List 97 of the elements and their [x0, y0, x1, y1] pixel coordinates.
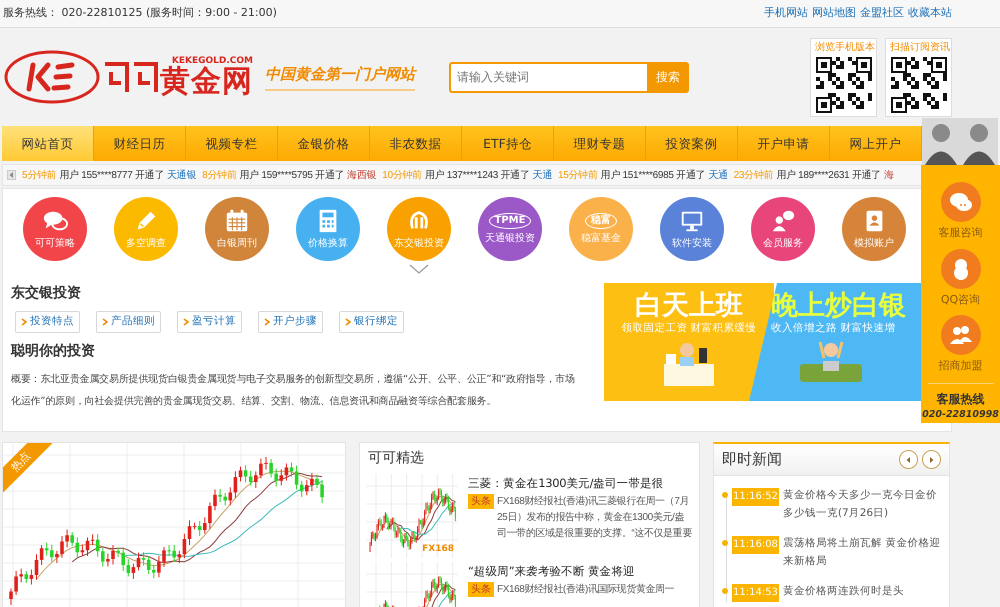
- side-contact-button[interactable]: [940, 248, 980, 288]
- chevron-right-icon: [183, 318, 189, 326]
- ticker-time: 15分钟前: [558, 168, 598, 182]
- card-title: 可可精选: [367, 449, 425, 468]
- news-time: 11:16:08: [732, 536, 779, 554]
- nav-tab[interactable]: 投资案例: [646, 126, 738, 161]
- previous-button[interactable]: [899, 450, 918, 469]
- side-label: 招商加盟: [938, 358, 982, 374]
- article-title[interactable]: 三菱：黄金在1300美元/盎司一带是很: [468, 474, 693, 492]
- ticker-time: 23分钟前: [734, 168, 774, 182]
- left-arrow-icon: [904, 454, 913, 464]
- ticker-message: 用户 137****1243 开通了: [424, 168, 530, 182]
- news-headline[interactable]: 黄金价格两连跌何时是头: [782, 582, 943, 602]
- chevron-right-icon: [264, 318, 270, 326]
- side-contact-button[interactable]: [940, 182, 980, 222]
- ticker-time: 10分钟前: [382, 168, 422, 182]
- ticker-product-link[interactable]: 天通: [708, 168, 728, 182]
- next-button[interactable]: [922, 450, 941, 469]
- banner-title: 白天上班: [635, 291, 743, 321]
- ticker-message: 用户 159****5795 开通了: [240, 168, 344, 182]
- logo-emblem-icon: [2, 48, 102, 106]
- left-arrow-icon[interactable]: [7, 170, 16, 180]
- article-summary: FX168财经报社(香港)讯三菱银行在周一（7月25日）发布的报告中称，黄金在1300美元/盎司一带的区域是很重要的支撑。“这不仅是重要: [497, 494, 693, 541]
- qr-code-drawing: [890, 56, 946, 112]
- service-button[interactable]: 白银周刊: [205, 197, 269, 261]
- service-button[interactable]: 可可策略: [23, 197, 87, 261]
- portrait-placeholder: [960, 118, 998, 165]
- right-arrow-icon: [927, 454, 936, 464]
- qr-code-drawing: [816, 56, 872, 112]
- service-button[interactable]: 软件安装: [660, 197, 724, 261]
- news-headline[interactable]: 震荡格局将土崩瓦解 黄金价格迎来新格局: [782, 534, 943, 570]
- news-headline[interactable]: 黄金价格今天多少一克今日金价多少钱一克(7月26日): [782, 486, 943, 522]
- card-title: 即时新闻: [722, 449, 782, 470]
- top-link[interactable]: 收藏本站: [908, 5, 952, 22]
- headline-tag: 头条: [468, 582, 494, 597]
- ticker-product-link[interactable]: 海: [884, 168, 894, 182]
- section-title: 东交银投资: [11, 284, 82, 303]
- chevron-right-icon: [345, 318, 351, 326]
- side-label: 客服咨询: [938, 225, 982, 241]
- ticker-message: 用户 151****6985 开通了: [600, 168, 706, 182]
- nav-tab[interactable]: 视频专栏: [186, 126, 278, 161]
- calendar-icon: [224, 208, 250, 234]
- article-summary: FX168财经报社(香港)讯国际现货黄金周一: [497, 582, 674, 597]
- logo-text: 稳富: [585, 212, 617, 228]
- timeline-dot: [722, 540, 728, 546]
- headline-tag: 头条: [468, 494, 494, 509]
- service-button[interactable]: 会员服务: [751, 197, 815, 261]
- thumbnail-label: FX168: [422, 542, 454, 556]
- search-field[interactable]: 请输入关键词: [449, 62, 647, 92]
- logo-text: TPME: [488, 212, 532, 228]
- banner-subtitle: 领取固定工资 财富积累缓慢: [621, 320, 757, 336]
- ticker-message: 用户 155****8777 开通了: [59, 168, 164, 182]
- service-button[interactable]: 模拟账户: [842, 197, 906, 261]
- section-heading: 聪明你的投资: [11, 342, 96, 361]
- sub-tab[interactable]: 产品细则: [96, 311, 161, 333]
- nav-tab[interactable]: 网站首页: [2, 126, 94, 161]
- summary-text: 概要：东北亚贵金属交易所提供现货白银贵金属现货与电子交易服务的创新型交易所，遵循“公开、公平、公正”和“政府指导，市场化运作”的原则，向社会提供完善的贵金属现货交易、结算、交割、物流、信息资讯和商品融资等综合配套服务。: [11, 372, 576, 409]
- nav-tab[interactable]: 财经日历: [94, 126, 186, 161]
- ticker-time: 5分钟前: [22, 168, 56, 182]
- banner-subtitle: 收入倍增之路 财富快速增: [771, 320, 896, 336]
- side-label: QQ咨询: [940, 292, 980, 308]
- ticker-product-link[interactable]: 天通银: [167, 168, 196, 182]
- article-title[interactable]: “超级周”来袭考验不断 黄金将迎: [468, 562, 674, 580]
- chevron-right-icon: [102, 318, 108, 326]
- top-link[interactable]: 网站地图: [812, 5, 856, 22]
- news-time: 11:16:52: [732, 488, 779, 506]
- top-link[interactable]: 金盟社区: [860, 5, 904, 22]
- nav-tab[interactable]: 非农数据: [370, 126, 462, 161]
- nav-tab[interactable]: 开户申请: [738, 126, 830, 161]
- sub-tab[interactable]: 投资特点: [15, 311, 80, 333]
- nav-tab[interactable]: 理财专题: [554, 126, 646, 161]
- chevron-right-icon: [21, 318, 27, 326]
- side-contact-button[interactable]: [940, 315, 980, 355]
- ticker-message: 用户 189****2631 开通了: [776, 168, 881, 182]
- sub-tab[interactable]: 银行绑定: [339, 311, 404, 333]
- logo-domain: KEKEGOLD.COM: [172, 56, 253, 66]
- nav-tab[interactable]: 金银价格: [278, 126, 370, 161]
- service-button[interactable]: TPME 天通银投资: [478, 197, 542, 261]
- nav-tab[interactable]: ETF持仓: [462, 126, 554, 161]
- sub-tab[interactable]: 开户步骤: [258, 311, 323, 333]
- top-link[interactable]: 手机网站: [764, 5, 808, 22]
- hotline-label: 客服热线: [936, 390, 984, 408]
- logo-name: 黄金网: [160, 66, 253, 98]
- news-time: 11:14:53: [732, 584, 779, 602]
- sub-tab[interactable]: 盈亏计算: [177, 311, 242, 333]
- hotline-text: 服务热线： 020-22810125 (服务时间：9:00 - 21:00): [3, 5, 277, 22]
- moving-average-line: [400, 502, 456, 535]
- timeline-dot: [722, 492, 728, 498]
- ticker-product-link[interactable]: 天通: [532, 168, 552, 182]
- qr-label: 浏览手机版本: [815, 40, 872, 54]
- banner-title: 晚上炒白银: [771, 291, 907, 321]
- ticker-product-link[interactable]: 海西银: [347, 168, 376, 182]
- ticker-time: 8分钟前: [202, 168, 237, 182]
- moving-average-line: [386, 496, 456, 540]
- hotline-number: 020-22810998: [922, 408, 999, 422]
- timeline-dot: [722, 588, 728, 594]
- slogan-text: 中国黄金第一门户网站: [265, 63, 415, 91]
